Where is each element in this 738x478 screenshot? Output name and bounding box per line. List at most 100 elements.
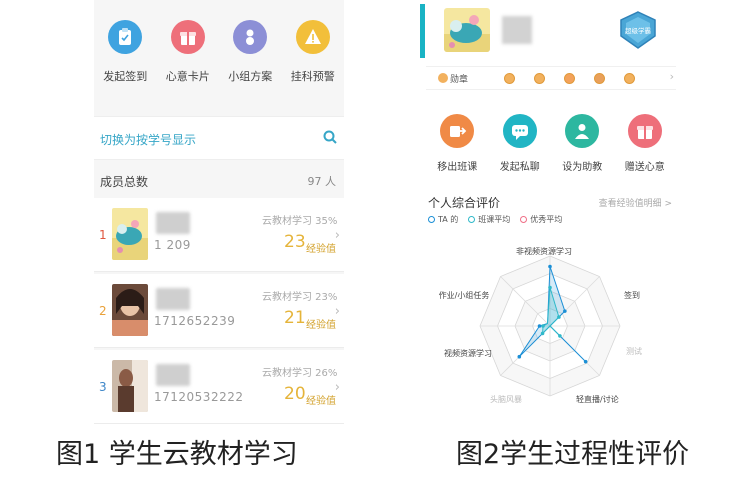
experience-label: 经验值 xyxy=(306,244,336,255)
rank-number: 3 xyxy=(99,380,107,394)
medal-icon xyxy=(504,73,515,84)
student-action-row: 移出班课 发起私聊 设为助教 赠送心意 xyxy=(426,110,676,176)
radar-point xyxy=(583,359,588,364)
experience-score: 23 xyxy=(284,232,306,252)
chat-icon xyxy=(502,114,537,148)
rank-number: 2 xyxy=(99,304,107,318)
student-phone: 1712652239 xyxy=(154,314,236,328)
medal-icon xyxy=(438,73,448,83)
blurred-name xyxy=(502,16,532,44)
course-progress: 云教材学习 35% xyxy=(262,216,338,227)
table-row[interactable]: 1 1 209 云教材学习 35% 23 经验值 › xyxy=(94,198,344,272)
radar-point xyxy=(557,315,561,319)
blurred-name xyxy=(156,364,190,386)
medal-icon xyxy=(624,73,635,84)
medal-icon xyxy=(534,73,545,84)
search-icon[interactable] xyxy=(322,129,338,149)
icon-label: 小组方案 xyxy=(228,70,273,83)
accent-bar xyxy=(420,4,425,58)
private-chat-button[interactable]: 发起私聊 xyxy=(490,110,550,176)
avatar xyxy=(112,360,148,412)
chevron-right-icon[interactable]: › xyxy=(335,380,340,395)
action-label: 移出班课 xyxy=(437,162,478,173)
radar-point xyxy=(537,324,542,328)
radar-axis-label: 轻直播/讨论 xyxy=(576,394,619,404)
radar-point xyxy=(540,331,545,336)
view-experience-details-link[interactable]: 查看经验值明细 > xyxy=(599,196,672,209)
blurred-name xyxy=(156,212,190,234)
switch-display-bar[interactable]: 切换为按学号显示 xyxy=(94,116,344,160)
radar-point xyxy=(563,309,567,313)
radar-axis-label: 测试 xyxy=(626,346,642,356)
gift-icon xyxy=(170,20,205,54)
set-assistant-button[interactable]: 设为助教 xyxy=(552,110,612,176)
legend-label: 班课平均 xyxy=(478,215,511,224)
rank-number: 1 xyxy=(99,228,107,242)
radar-axis-label: 头脑风暴 xyxy=(490,394,522,404)
legend-dot xyxy=(428,216,435,223)
gift-icon xyxy=(627,114,662,148)
radar-point xyxy=(548,285,552,290)
level-badge-icon: 超级学霸 xyxy=(616,10,660,54)
radar-point xyxy=(517,354,522,359)
experience-label: 经验值 xyxy=(306,320,336,331)
medal-label: 勋章 xyxy=(450,75,469,85)
legend-label: 优秀平均 xyxy=(530,215,563,224)
table-row[interactable]: 2 1712652239 云教材学习 23% 21 经验值 › xyxy=(94,274,344,348)
icon-label: 发起签到 xyxy=(103,70,148,83)
experience-label: 经验值 xyxy=(306,396,336,407)
remove-from-class-button[interactable]: 移出班课 xyxy=(427,110,487,176)
experience-score: 20 xyxy=(284,384,306,404)
legend-dot xyxy=(520,216,528,223)
fail-warning-button[interactable]: 挂科预警 xyxy=(284,12,342,98)
member-total-label: 成员总数 xyxy=(100,175,149,189)
legend-item: 班课平均 xyxy=(468,214,510,225)
group-icon xyxy=(233,20,268,54)
course-progress: 云教材学习 23% xyxy=(262,292,338,303)
student-phone: 1 209 xyxy=(154,238,191,252)
switch-to-student-id-link[interactable]: 切换为按学号显示 xyxy=(100,131,196,148)
action-label: 设为助教 xyxy=(562,162,603,173)
legend-label: TA 的 xyxy=(438,215,459,224)
member-total-count: 97 人 xyxy=(307,175,337,188)
medal-icon xyxy=(594,73,605,84)
chevron-right-icon[interactable]: › xyxy=(335,228,340,243)
legend-item: 优秀平均 xyxy=(520,214,562,225)
person-icon xyxy=(565,114,600,148)
radar-chart: 非视频资源学习 签到 测试 轻直播/讨论 头脑风暴 视频资源学习 作业/小组任务 xyxy=(439,246,642,404)
action-label: 赠送心意 xyxy=(624,162,665,173)
medal-icon xyxy=(564,73,575,84)
send-gift-button[interactable]: 赠送心意 xyxy=(615,110,675,176)
avatar xyxy=(112,284,148,336)
chevron-right-icon[interactable]: › xyxy=(335,304,340,319)
table-row[interactable]: 3 17120532222 云教材学习 26% 20 经验值 › xyxy=(94,350,344,424)
student-evaluation-screen: 超级学霸 勋章 › 移出班课 发起私聊 设为助教 赠送心意 个人综合评价 查看经… xyxy=(420,0,682,420)
remove-icon xyxy=(440,114,475,148)
radar-axis-label: 非视频资源学习 xyxy=(516,246,572,256)
badge-text: 超级学霸 xyxy=(625,26,651,35)
medal-row[interactable]: 勋章 › xyxy=(426,66,676,90)
start-signin-button[interactable]: 发起签到 xyxy=(96,12,154,98)
radar-axis-label: 作业/小组任务 xyxy=(439,290,490,300)
chevron-right-icon[interactable]: › xyxy=(670,70,674,83)
evaluation-title: 个人综合评价 xyxy=(428,196,501,210)
legend-item: TA 的 xyxy=(428,214,458,225)
legend-dot xyxy=(468,216,476,223)
clipboard-icon xyxy=(108,20,143,54)
radar-point xyxy=(548,264,552,269)
group-plan-button[interactable]: 小组方案 xyxy=(221,12,279,98)
radar-legend: TA 的 班课平均 优秀平均 xyxy=(428,214,562,225)
action-label: 发起私聊 xyxy=(499,162,540,173)
course-progress: 云教材学习 26% xyxy=(262,368,338,379)
heart-card-button[interactable]: 心意卡片 xyxy=(159,12,217,98)
figure-caption-2: 图2学生过程性评价 xyxy=(456,439,690,470)
radar-axis-label: 签到 xyxy=(624,290,640,300)
experience-score: 21 xyxy=(284,308,306,328)
icon-label: 挂科预警 xyxy=(290,70,335,83)
student-phone: 17120532222 xyxy=(154,390,244,404)
quick-action-row: 发起签到 心意卡片 小组方案 挂科预警 xyxy=(94,12,344,98)
blurred-name xyxy=(156,288,190,310)
radar-point xyxy=(541,324,545,328)
radar-axis-label: 视频资源学习 xyxy=(444,348,492,358)
radar-point xyxy=(558,334,562,338)
